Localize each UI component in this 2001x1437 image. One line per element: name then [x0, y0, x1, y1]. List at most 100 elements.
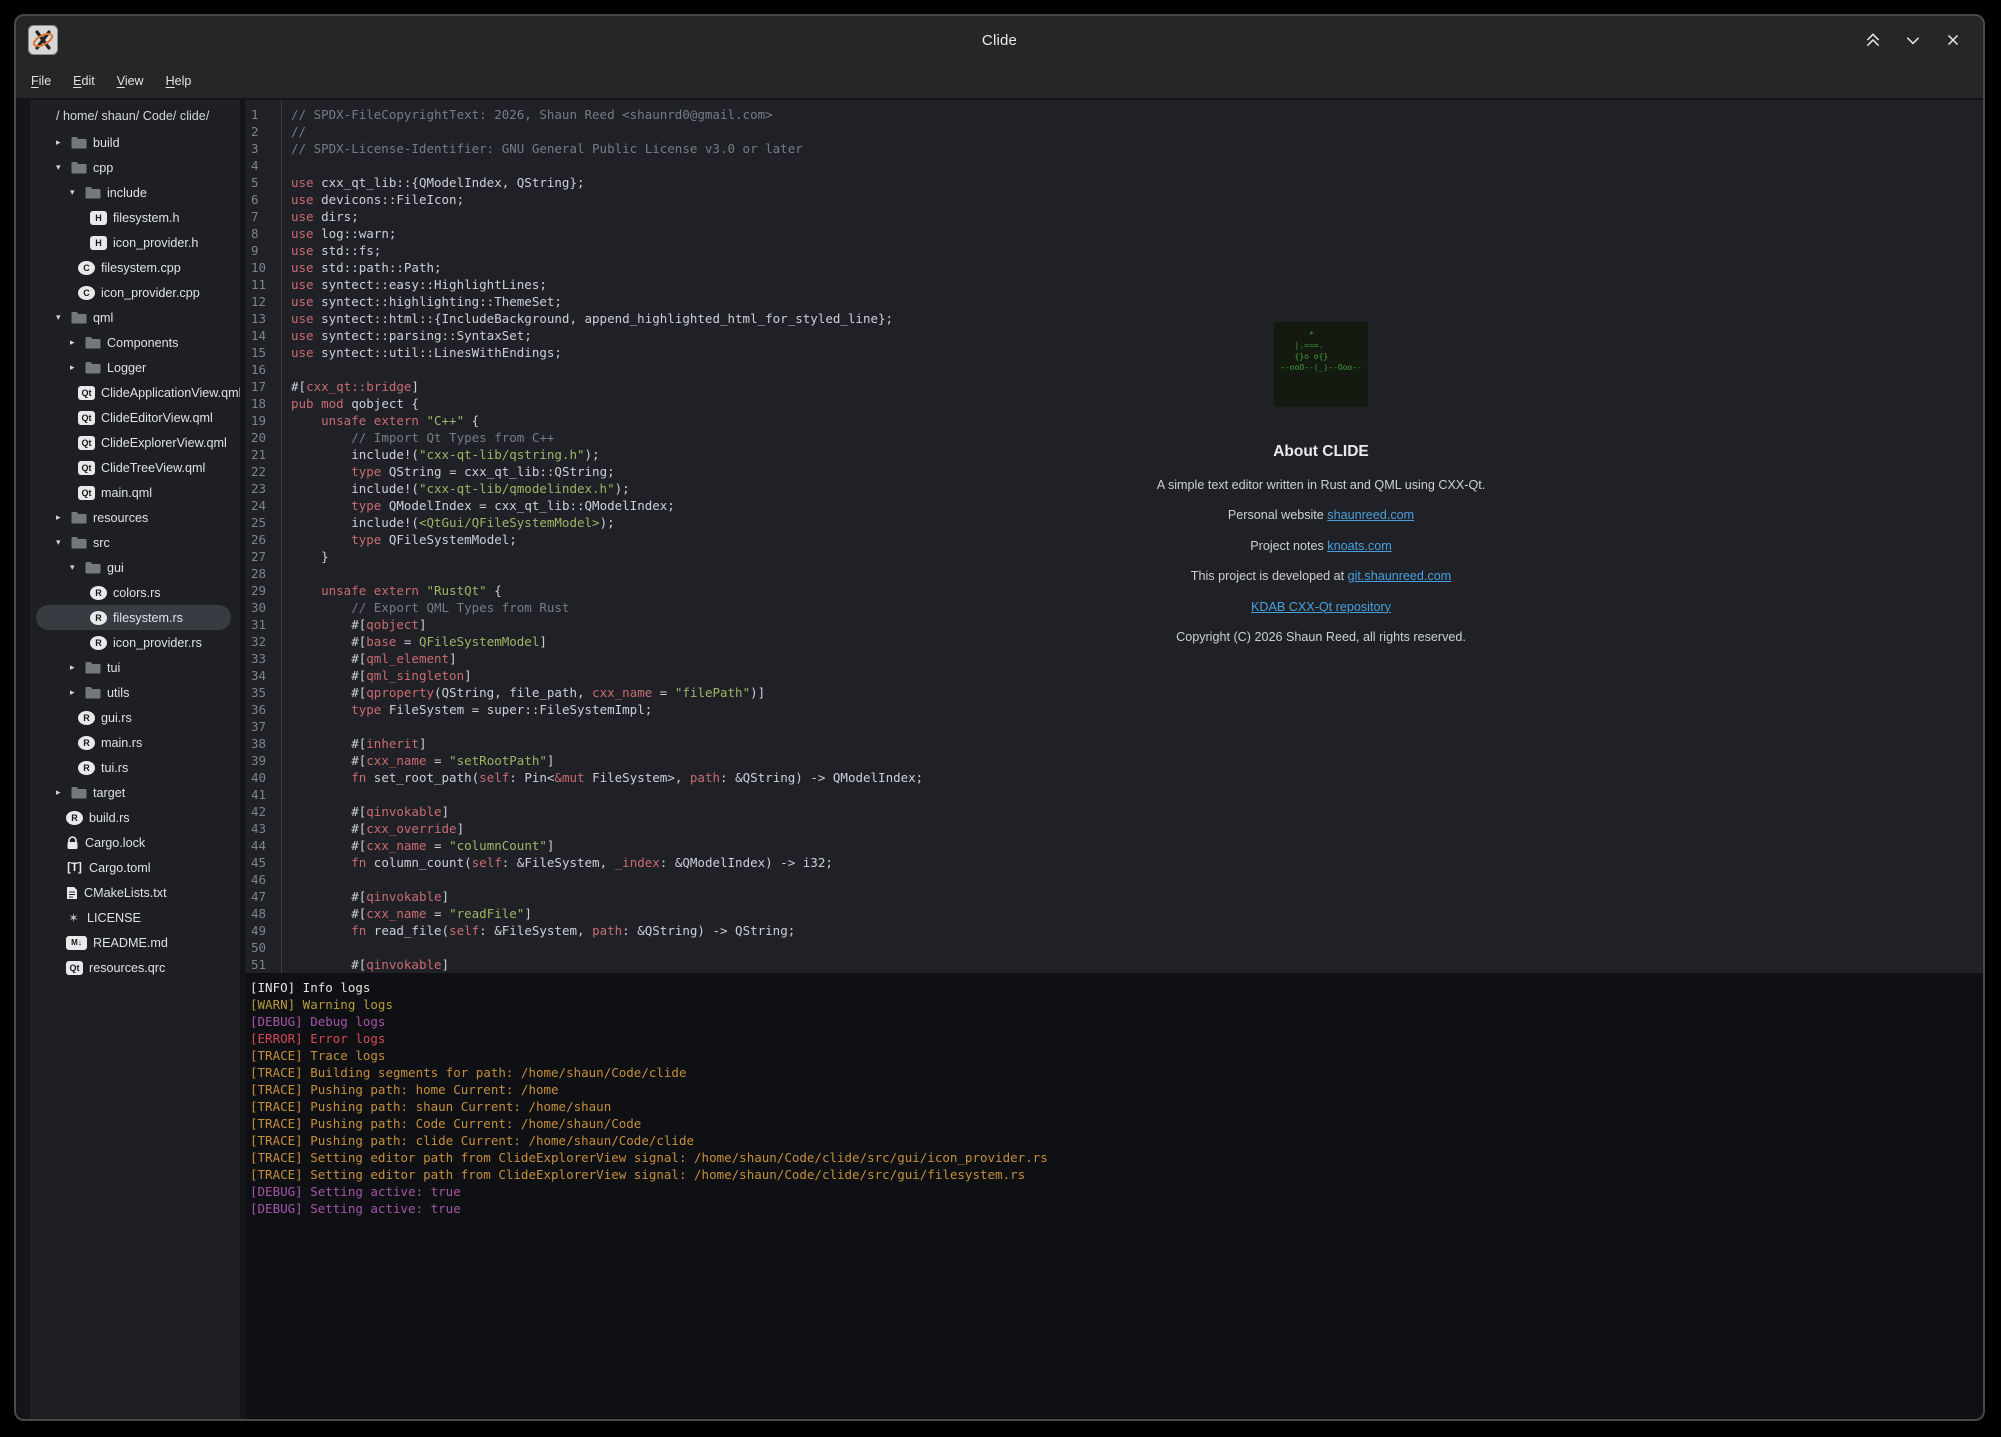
- line-number: 47: [245, 888, 277, 905]
- window-controls: [1861, 28, 1965, 52]
- tree-item-tui-rs[interactable]: Rtui.rs: [30, 755, 240, 780]
- tree-item-clideapplicationview-qml[interactable]: QtClideApplicationView.qml: [30, 380, 240, 405]
- code-token: );: [585, 447, 600, 462]
- tree-item-icon-provider-h[interactable]: Hicon_provider.h: [30, 230, 240, 255]
- tree-item-license[interactable]: ✶LICENSE: [30, 905, 240, 930]
- tree-item-gui[interactable]: ▾gui: [30, 555, 240, 580]
- shade-button[interactable]: [1861, 28, 1885, 52]
- main-area: / home/ shaun/ Code/ clide/ ▸build▾cpp▾i…: [16, 98, 1983, 1419]
- menu-item-edit[interactable]: Edit: [66, 71, 102, 91]
- rust-file-icon: R: [78, 736, 95, 750]
- tree-item-cargo-toml[interactable]: [T]Cargo.toml: [30, 855, 240, 880]
- tree-item-label: ClideTreeView.qml: [101, 461, 205, 475]
- tree-item-src[interactable]: ▾src: [30, 530, 240, 555]
- tree-item-colors-rs[interactable]: Rcolors.rs: [30, 580, 240, 605]
- code-token: std::path::Path;: [321, 260, 441, 275]
- c-file-icon: C: [78, 261, 95, 275]
- code-token: ]: [464, 668, 472, 683]
- code-text: [277, 872, 291, 887]
- code-token: pub mod: [291, 396, 351, 411]
- tree-item-build[interactable]: ▸build: [30, 130, 240, 155]
- tree-item-icon-provider-rs[interactable]: Ricon_provider.rs: [30, 630, 240, 655]
- menu-item-file[interactable]: File: [24, 71, 58, 91]
- tree-item-filesystem-rs[interactable]: Rfilesystem.rs: [36, 605, 231, 630]
- code-editor[interactable]: 1// SPDX-FileCopyrightText: 2026, Shaun …: [245, 100, 1983, 973]
- tree-item-cargo-lock[interactable]: Cargo.lock: [30, 830, 240, 855]
- log-line-trace: [TRACE] Pushing path: home Current: /hom…: [245, 1081, 1983, 1098]
- link-shaunreed-com[interactable]: shaunreed.com: [1327, 508, 1414, 522]
- tree-item-components[interactable]: ▸Components: [30, 330, 240, 355]
- tree-item-label: target: [93, 786, 125, 800]
- tree-item-cpp[interactable]: ▾cpp: [30, 155, 240, 180]
- tree-item-main-qml[interactable]: Qtmain.qml: [30, 480, 240, 505]
- code-token: qinvokable: [366, 804, 441, 819]
- tree-item-label: ClideExplorerView.qml: [101, 436, 227, 450]
- tree-item-logger[interactable]: ▸Logger: [30, 355, 240, 380]
- code-token: ]: [411, 379, 419, 394]
- code-line: 48 #[cxx_name = "readFile"]: [245, 905, 1983, 922]
- code-text: pub mod: [277, 396, 351, 411]
- code-token: &mut: [554, 770, 592, 785]
- tree-item-clideexplorerview-qml[interactable]: QtClideExplorerView.qml: [30, 430, 240, 455]
- code-token: use: [291, 260, 321, 275]
- tree-item-resources-qrc[interactable]: Qtresources.qrc: [30, 955, 240, 980]
- tree-item-main-rs[interactable]: Rmain.rs: [30, 730, 240, 755]
- tree-item-icon-provider-cpp[interactable]: Cicon_provider.cpp: [30, 280, 240, 305]
- tree-item-qml[interactable]: ▾qml: [30, 305, 240, 330]
- tree-item-cmakelists-txt[interactable]: CMakeLists.txt: [30, 880, 240, 905]
- folder-icon: [85, 361, 101, 374]
- code-token: [291, 498, 351, 513]
- line-number: 15: [245, 344, 277, 361]
- code-line: 7use dirs;: [245, 208, 1983, 225]
- code-token: dirs;: [321, 209, 359, 224]
- menu-item-help[interactable]: Help: [159, 71, 199, 91]
- code-token: "C++": [426, 413, 464, 428]
- code-line: 45 fn column_count(self: &FileSystem, _i…: [245, 854, 1983, 871]
- log-line-trace: [TRACE] Trace logs: [245, 1047, 1983, 1064]
- tree-item-gui-rs[interactable]: Rgui.rs: [30, 705, 240, 730]
- code-token: type: [351, 702, 389, 717]
- link-kdab-cxx-qt-repository[interactable]: KDAB CXX-Qt repository: [1251, 600, 1391, 614]
- code-token: //: [291, 124, 306, 139]
- code-text: [277, 702, 351, 717]
- tree-item-filesystem-h[interactable]: Hfilesystem.h: [30, 205, 240, 230]
- code-token: devicons::FileIcon;: [321, 192, 464, 207]
- code-token: : &FileSystem,: [479, 923, 592, 938]
- tree-item-include[interactable]: ▾include: [30, 180, 240, 205]
- link-git-shaunreed-com[interactable]: git.shaunreed.com: [1348, 569, 1452, 583]
- tree-item-label: src: [93, 536, 110, 550]
- code-token: use: [291, 209, 321, 224]
- code-line: 1// SPDX-FileCopyrightText: 2026, Shaun …: [245, 106, 1983, 123]
- tree-item-clideeditorview-qml[interactable]: QtClideEditorView.qml: [30, 405, 240, 430]
- code-token: "readFile": [449, 906, 524, 921]
- rust-file-icon: R: [90, 611, 107, 625]
- menu-item-view[interactable]: View: [110, 71, 151, 91]
- code-text: [277, 855, 351, 870]
- code-line: 38 #[inherit]: [245, 735, 1983, 752]
- tree-item-build-rs[interactable]: Rbuild.rs: [30, 805, 240, 830]
- log-line-trace: [TRACE] Setting editor path from ClideEx…: [245, 1166, 1983, 1183]
- tree-item-tui[interactable]: ▸tui: [30, 655, 240, 680]
- tree-item-clidetreeview-qml[interactable]: QtClideTreeView.qml: [30, 455, 240, 480]
- link-knoats-com[interactable]: knoats.com: [1327, 539, 1391, 553]
- star-file-icon: ✶: [66, 911, 81, 925]
- code-line: 12use syntect::highlighting::ThemeSet;: [245, 293, 1983, 310]
- rust-file-icon: R: [78, 711, 95, 725]
- code-text: use: [277, 277, 321, 292]
- close-button[interactable]: [1941, 28, 1965, 52]
- code-text: use: [277, 345, 321, 360]
- minimize-button[interactable]: [1901, 28, 1925, 52]
- tree-item-filesystem-cpp[interactable]: Cfilesystem.cpp: [30, 255, 240, 280]
- folder-icon: [71, 161, 87, 174]
- line-number: 11: [245, 276, 277, 293]
- tree-item-resources[interactable]: ▸resources: [30, 505, 240, 530]
- tree-item-label: Cargo.toml: [89, 861, 151, 875]
- tree-item-utils[interactable]: ▸utils: [30, 680, 240, 705]
- tree-item-readme-md[interactable]: M↓README.md: [30, 930, 240, 955]
- tree-item-target[interactable]: ▸target: [30, 780, 240, 805]
- code-text: #[: [277, 889, 366, 904]
- log-line-debug: [DEBUG] Debug logs: [245, 1013, 1983, 1030]
- code-text: use: [277, 328, 321, 343]
- menu-mnemonic: E: [73, 74, 81, 88]
- code-text: [277, 787, 291, 802]
